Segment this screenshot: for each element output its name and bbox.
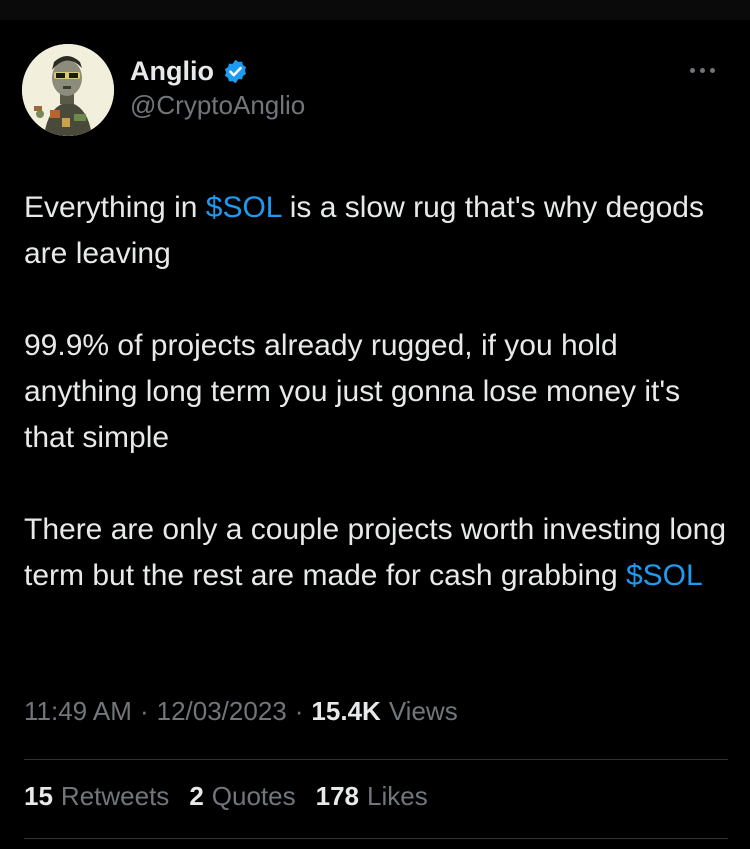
engagement-stats: 15 Retweets 2 Quotes 178 Likes xyxy=(24,781,428,812)
divider xyxy=(24,838,728,839)
quotes-stat[interactable]: 2 Quotes xyxy=(189,781,295,812)
tweet-text-segment: There are only a couple projects worth i… xyxy=(24,513,727,592)
tweet-text-segment: Everything in xyxy=(24,191,206,224)
more-options-button[interactable] xyxy=(684,60,720,80)
retweets-count: 15 xyxy=(24,781,53,811)
divider xyxy=(24,759,728,760)
retweets-label: Retweets xyxy=(60,781,170,811)
views-count: 15.4K xyxy=(311,696,381,726)
tweet-text: Everything in $SOL is a slow rug that's … xyxy=(24,185,730,599)
handle[interactable]: @CryptoAnglio xyxy=(130,90,305,121)
cashtag-link[interactable]: $SOL xyxy=(206,191,282,224)
likes-count: 178 xyxy=(315,781,359,811)
tweet-paragraph-1: Everything in $SOL is a slow rug that's … xyxy=(24,185,730,277)
more-dot-icon xyxy=(689,67,695,73)
author-names: Anglio @CryptoAnglio xyxy=(130,54,305,121)
more-dot-icon xyxy=(699,67,705,73)
quotes-label: Quotes xyxy=(211,781,296,811)
views-label: Views xyxy=(388,696,458,726)
tweet-header: Anglio @CryptoAnglio xyxy=(22,44,728,136)
more-dot-icon xyxy=(709,67,715,73)
avatar[interactable] xyxy=(22,44,114,136)
quotes-count: 2 xyxy=(189,781,204,811)
display-name-row: Anglio xyxy=(130,54,305,88)
tweet-paragraph-3: There are only a couple projects worth i… xyxy=(24,507,730,599)
meta-separator: · xyxy=(294,696,304,726)
display-name[interactable]: Anglio xyxy=(130,56,214,87)
likes-stat[interactable]: 178 Likes xyxy=(316,781,428,812)
top-bar xyxy=(0,0,750,20)
tweet-date[interactable]: 12/03/2023 xyxy=(157,696,287,727)
avatar-image xyxy=(22,44,114,136)
tweet-time[interactable]: 11:49 AM xyxy=(24,696,132,727)
verified-badge-icon xyxy=(224,59,247,83)
meta-separator: · xyxy=(139,696,149,726)
likes-label: Likes xyxy=(367,781,428,811)
cashtag-link[interactable]: $SOL xyxy=(626,559,703,592)
retweets-stat[interactable]: 15 Retweets xyxy=(24,781,169,812)
tweet-meta: 11:49 AM · 12/03/2023 · 15.4K Views xyxy=(24,696,458,727)
tweet-paragraph-2: 99.9% of projects already rugged, if you… xyxy=(24,329,681,454)
